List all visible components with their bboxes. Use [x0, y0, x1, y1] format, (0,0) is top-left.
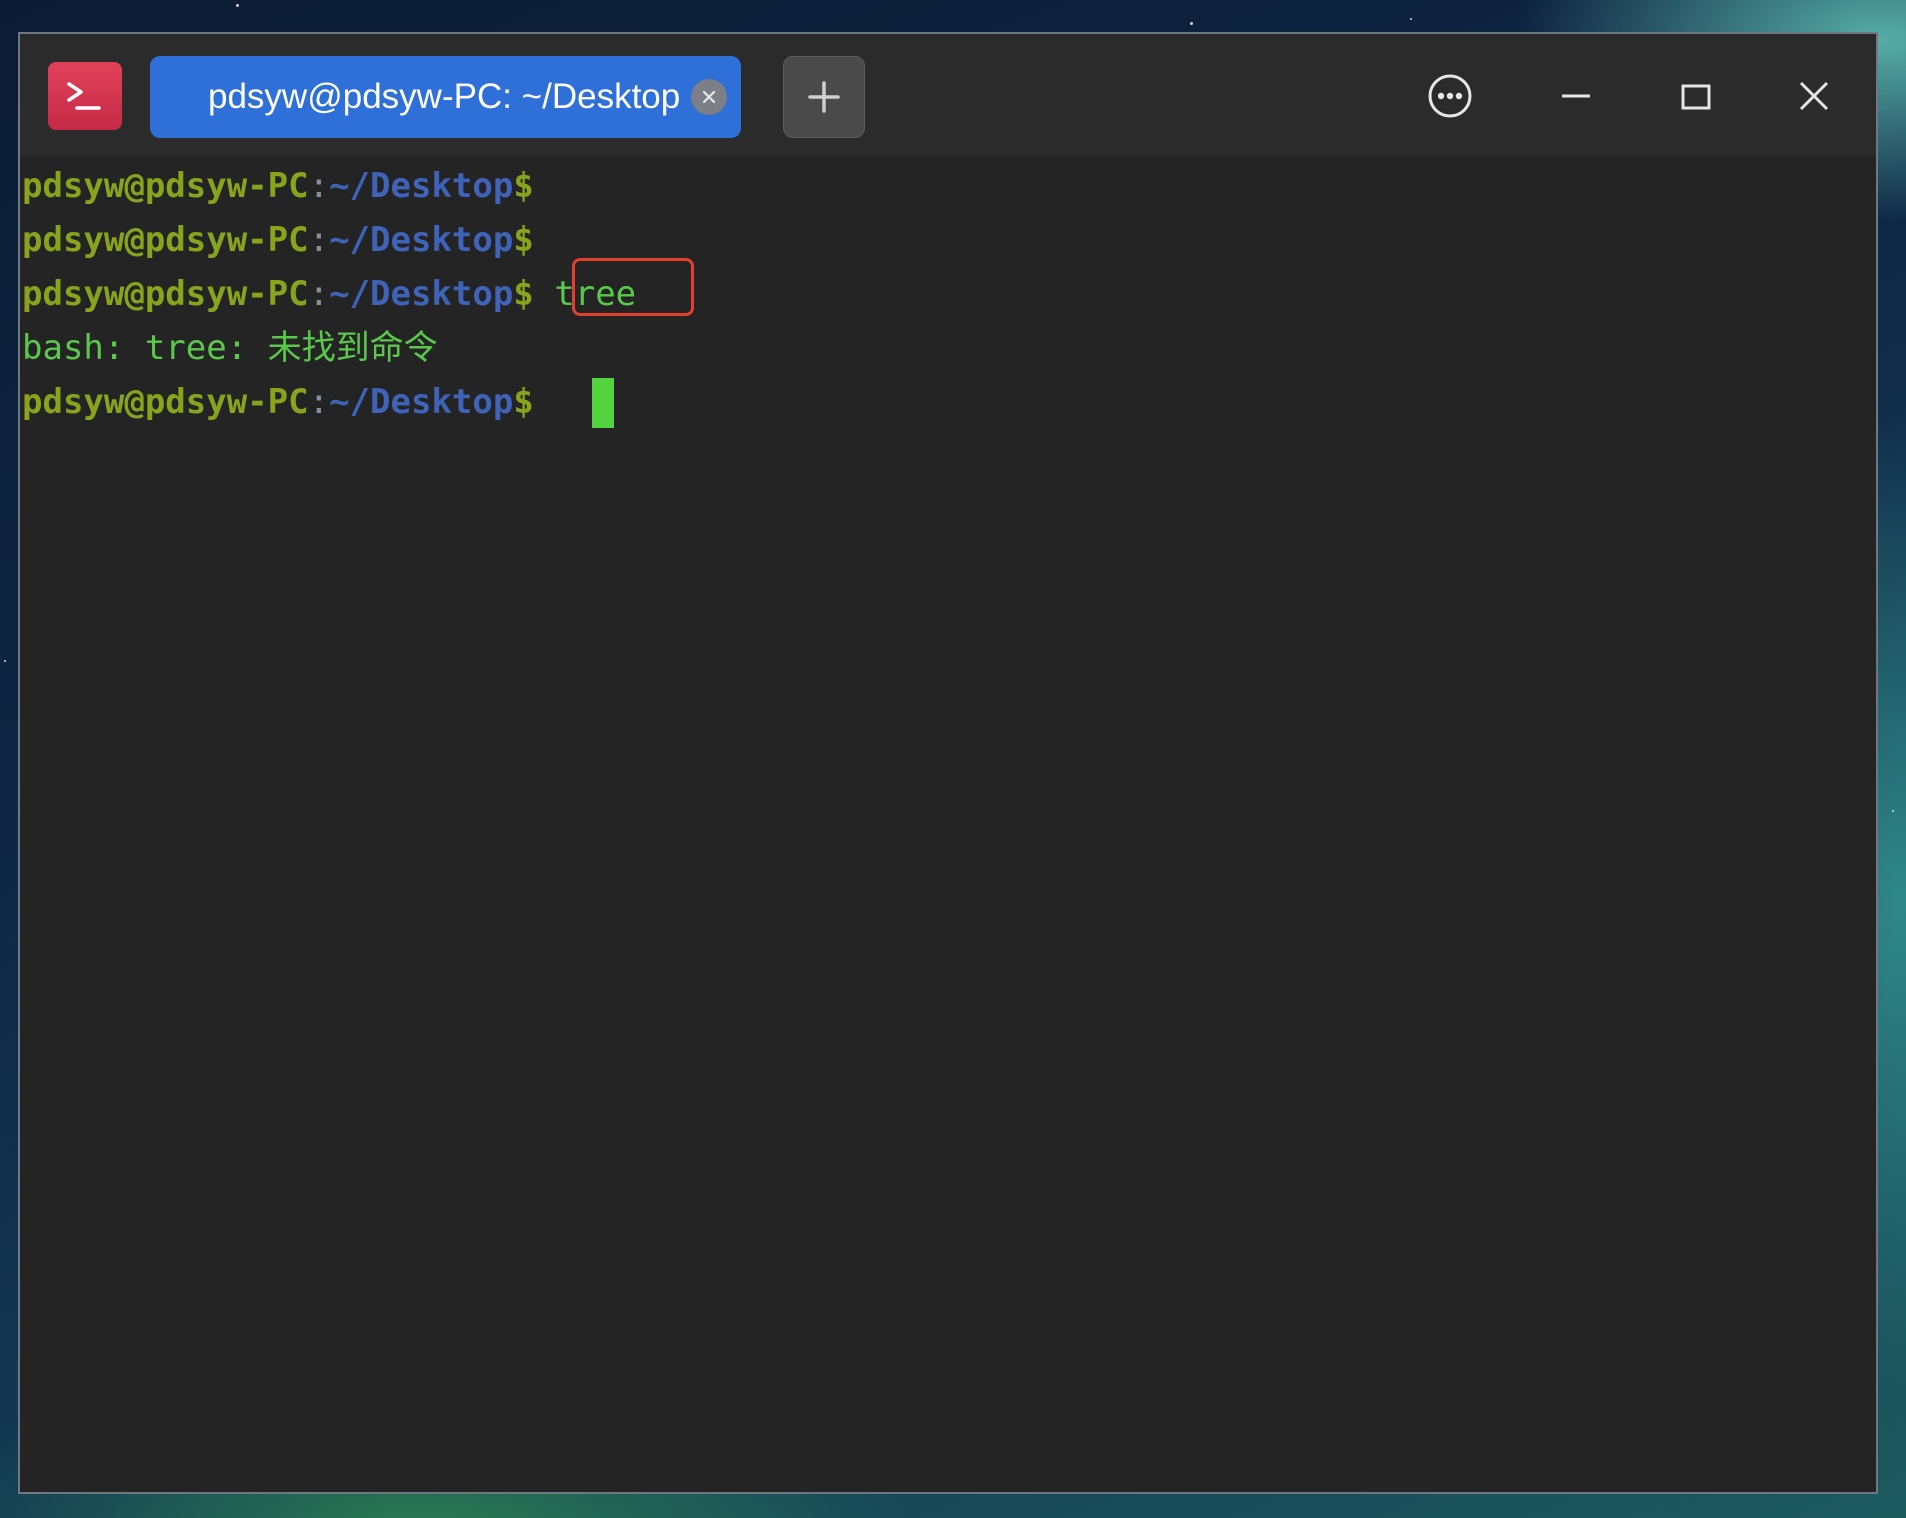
star	[4, 660, 6, 662]
prompt-dollar: $	[513, 220, 534, 260]
prompt-dollar: $	[513, 274, 534, 314]
close-icon	[1799, 81, 1829, 111]
tab-title: pdsyw@pdsyw-PC: ~/Desktop	[208, 77, 681, 116]
plus-icon	[808, 81, 840, 113]
terminal-line: pdsyw@pdsyw-PC:~/Desktop$	[22, 376, 554, 428]
prompt-dollar: $	[513, 382, 555, 422]
prompt-user: pdsyw@pdsyw-PC	[22, 382, 309, 422]
star	[236, 4, 239, 7]
star	[1892, 810, 1894, 812]
terminal-line: pdsyw@pdsyw-PC:~/Desktop$	[22, 160, 534, 212]
menu-button[interactable]	[1418, 64, 1482, 128]
maximize-button[interactable]	[1664, 64, 1728, 128]
terminal-output-area[interactable]: pdsyw@pdsyw-PC:~/Desktop$ pdsyw@pdsyw-PC…	[20, 156, 1876, 1492]
prompt-path: ~/Desktop	[329, 220, 514, 260]
prompt-colon: :	[308, 220, 330, 260]
new-tab-button[interactable]	[783, 56, 865, 138]
prompt-path: ~/Desktop	[329, 166, 514, 206]
prompt-colon: :	[308, 382, 330, 422]
prompt-path: ~/Desktop	[329, 382, 514, 422]
prompt-user: pdsyw@pdsyw-PC	[22, 220, 309, 260]
minimize-button[interactable]	[1544, 64, 1608, 128]
minimize-icon	[1562, 94, 1590, 98]
prompt-dollar: $	[513, 166, 534, 206]
terminal-line: pdsyw@pdsyw-PC:~/Desktop$ tree	[22, 268, 636, 320]
prompt-colon: :	[308, 274, 330, 314]
star	[1410, 18, 1412, 20]
command-highlight-box	[572, 258, 694, 316]
close-button[interactable]	[1782, 64, 1846, 128]
tab-close-button[interactable]	[691, 79, 727, 115]
tab-active[interactable]: pdsyw@pdsyw-PC: ~/Desktop	[150, 56, 741, 138]
error-output: bash: tree: 未找到命令	[22, 328, 438, 368]
terminal-line: bash: tree: 未找到命令	[22, 322, 438, 374]
title-bar[interactable]: pdsyw@pdsyw-PC: ~/Desktop	[20, 34, 1876, 156]
terminal-window: pdsyw@pdsyw-PC: ~/Desktop pdsyw@pdsyw-PC…	[18, 32, 1878, 1494]
prompt-colon: :	[308, 166, 330, 206]
maximize-icon	[1681, 84, 1711, 110]
terminal-prompt-icon[interactable]	[48, 62, 122, 130]
prompt-path: ~/Desktop	[329, 274, 514, 314]
close-icon	[702, 90, 716, 104]
prompt-user: pdsyw@pdsyw-PC	[22, 274, 309, 314]
star	[1190, 22, 1193, 25]
more-options-icon	[1428, 74, 1472, 118]
terminal-cursor	[592, 378, 614, 428]
prompt-user: pdsyw@pdsyw-PC	[22, 166, 309, 206]
terminal-line: pdsyw@pdsyw-PC:~/Desktop$	[22, 214, 534, 266]
